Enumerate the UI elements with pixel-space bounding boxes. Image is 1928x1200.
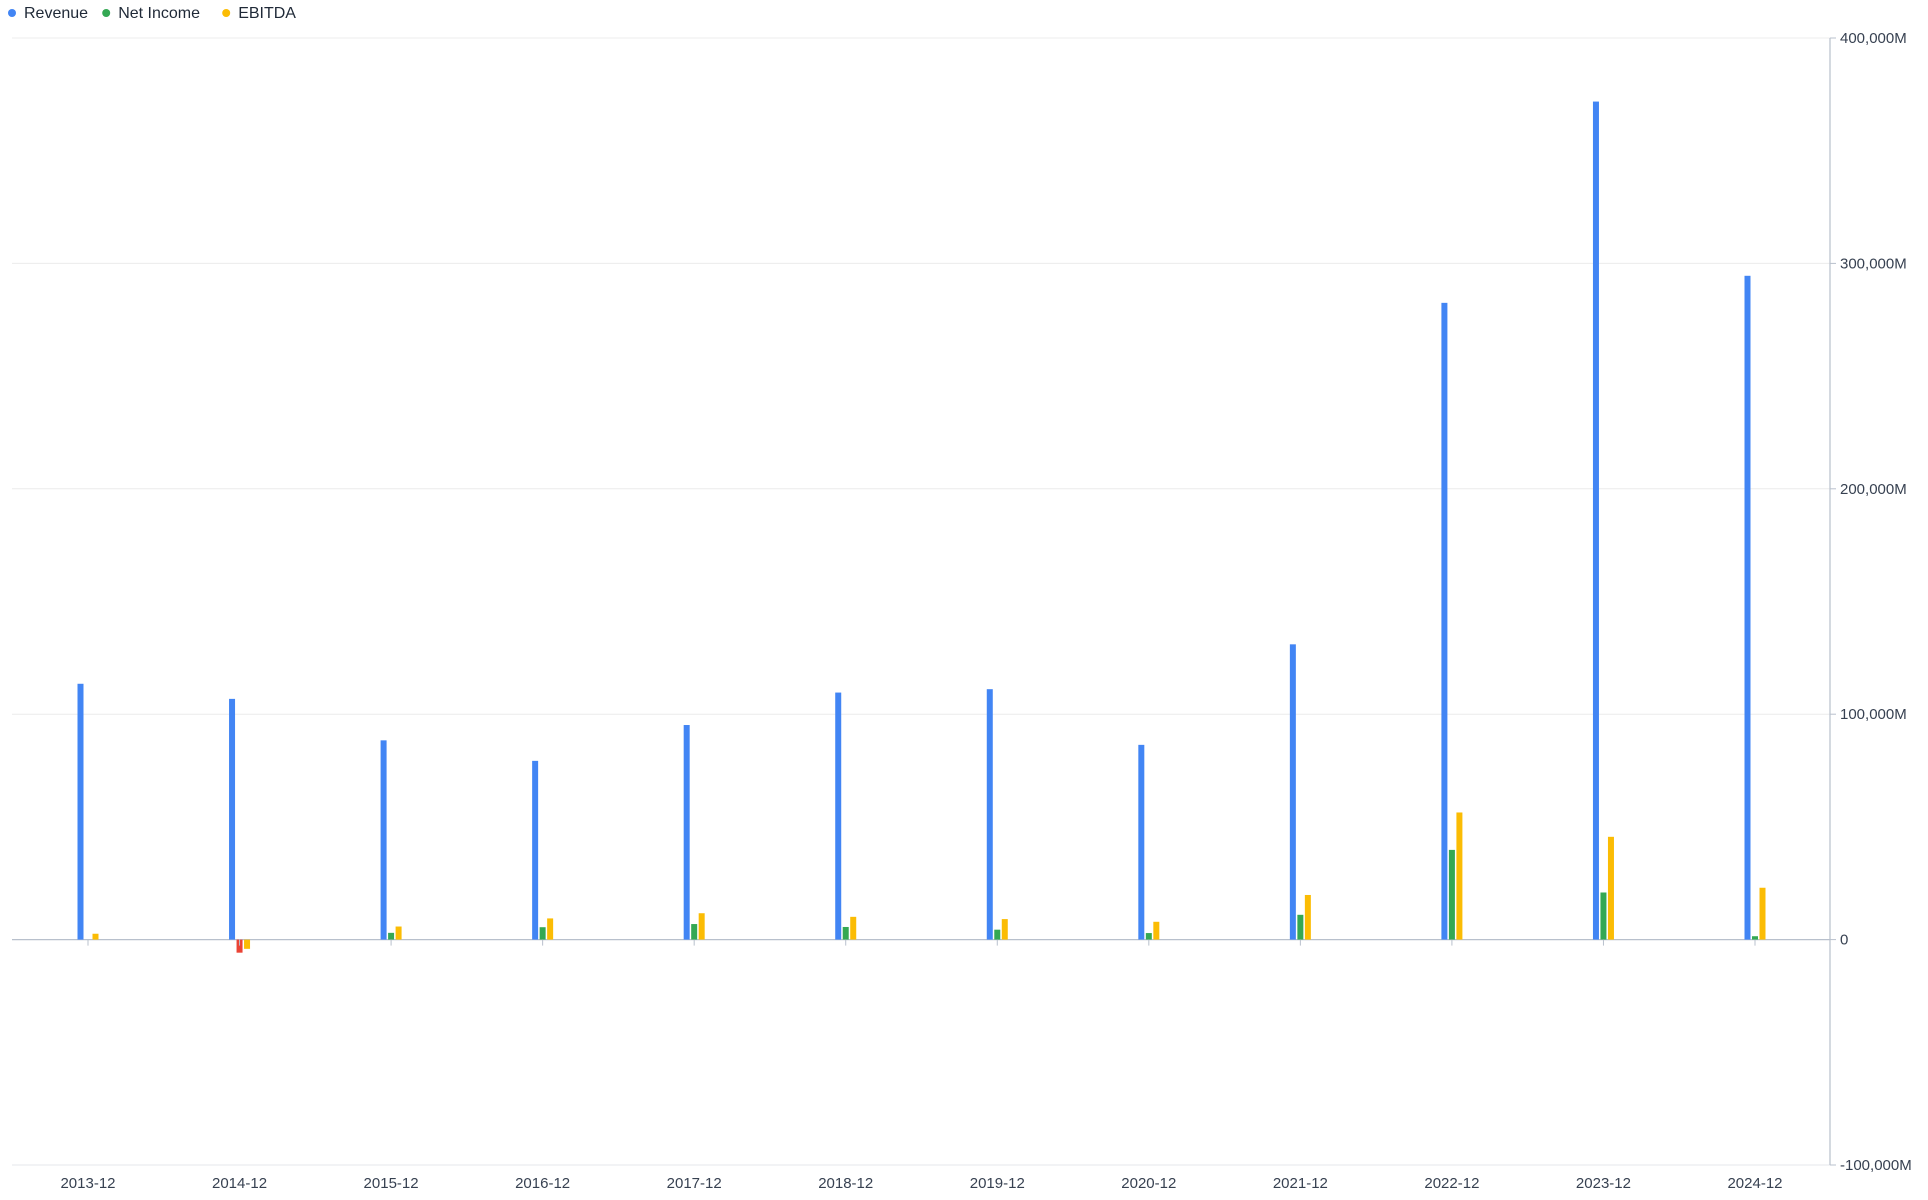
bar-revenue[interactable]	[229, 698, 236, 940]
bar-revenue[interactable]	[1441, 302, 1448, 940]
y-tick-label: 100,000M	[1840, 706, 1907, 723]
y-tick-label: 0	[1840, 932, 1848, 949]
bar-net-income[interactable]	[388, 932, 395, 940]
bar-revenue[interactable]	[1744, 275, 1751, 940]
bar-ebitda[interactable]	[850, 916, 857, 940]
bar-ebitda[interactable]	[698, 913, 705, 940]
x-tick-label: 2016-12	[515, 1175, 570, 1192]
x-tick-label: 2019-12	[970, 1175, 1025, 1192]
bar-ebitda[interactable]	[1607, 836, 1614, 940]
bar-ebitda[interactable]	[1759, 887, 1766, 940]
bar-revenue[interactable]	[1138, 744, 1145, 940]
bar-revenue[interactable]	[1289, 644, 1296, 940]
legend-label: Revenue	[24, 5, 88, 22]
legend-item-net-income[interactable]: Net Income	[102, 5, 200, 22]
bar-net-income[interactable]	[539, 927, 546, 940]
bars	[77, 101, 1766, 953]
bar-net-income[interactable]	[994, 929, 1001, 940]
y-tick-label: 400,000M	[1840, 30, 1907, 47]
x-tick-label: 2017-12	[667, 1175, 722, 1192]
x-tick-label: 2014-12	[212, 1175, 267, 1192]
bar-revenue[interactable]	[532, 760, 539, 940]
bar-chart: 2013-12 2014-12 2015-12 2016-12 2017-12 2018-…	[8, 5, 1912, 1192]
bar-ebitda[interactable]	[1001, 919, 1008, 940]
legend[interactable]: Revenue Net Income EBITDA	[8, 5, 296, 22]
x-tick-label: 2013-12	[60, 1175, 115, 1192]
y-tick-label: 300,000M	[1840, 255, 1907, 272]
x-tick-label: 2020-12	[1121, 1175, 1176, 1192]
legend-item-revenue[interactable]: Revenue	[8, 5, 88, 22]
bar-net-income[interactable]	[691, 924, 698, 940]
legend-label: EBITDA	[238, 5, 296, 22]
legend-dot-icon	[102, 9, 111, 17]
chart-container: 2013-12 2014-12 2015-12 2016-12 2017-12 2018-…	[0, 0, 1928, 1200]
bar-revenue[interactable]	[986, 689, 993, 940]
bar-net-income[interactable]	[1297, 914, 1304, 940]
bar-net-income[interactable]	[1600, 892, 1607, 940]
x-tick-label: 2024-12	[1727, 1175, 1782, 1192]
x-tick-label: 2018-12	[818, 1175, 873, 1192]
legend-label: Net Income	[118, 5, 200, 22]
x-tick-label: 2021-12	[1273, 1175, 1328, 1192]
bar-net-income[interactable]	[842, 926, 849, 940]
bar-revenue[interactable]	[1592, 101, 1599, 940]
bar-revenue[interactable]	[77, 683, 84, 940]
legend-dot-icon	[222, 9, 231, 17]
legend-item-ebitda[interactable]: EBITDA	[222, 5, 296, 22]
bar-revenue[interactable]	[835, 692, 842, 940]
zero-baseline	[12, 938, 1830, 1166]
gridlines	[12, 37, 1830, 715]
y-tick-label: 200,000M	[1840, 481, 1907, 498]
bar-ebitda[interactable]	[1153, 921, 1160, 940]
x-tick-label: 2023-12	[1576, 1175, 1631, 1192]
bar-net-income[interactable]	[1752, 936, 1758, 940]
bar-ebitda[interactable]	[547, 918, 554, 940]
bar-revenue[interactable]	[380, 740, 387, 940]
legend-dot-icon	[8, 9, 16, 17]
bar-revenue[interactable]	[683, 725, 690, 940]
x-tick-label: 2022-12	[1424, 1175, 1479, 1192]
x-axis: 2013-12 2014-12 2015-12 2016-12 2017-12 2018-…	[60, 939, 1783, 1192]
x-tick-label: 2015-12	[364, 1175, 419, 1192]
bar-ebitda[interactable]	[395, 926, 402, 940]
bar-ebitda[interactable]	[244, 939, 251, 949]
y-axis: -100,000M 0 100,000M 200,000M 300,000M 400,00…	[1829, 30, 1912, 1174]
bar-net-income[interactable]	[1448, 849, 1455, 940]
bar-ebitda[interactable]	[92, 933, 99, 940]
bar-ebitda[interactable]	[1456, 812, 1463, 940]
bar-net-income[interactable]	[1145, 933, 1152, 940]
y-tick-label: -100,000M	[1840, 1157, 1912, 1174]
bar-ebitda[interactable]	[1304, 894, 1311, 940]
